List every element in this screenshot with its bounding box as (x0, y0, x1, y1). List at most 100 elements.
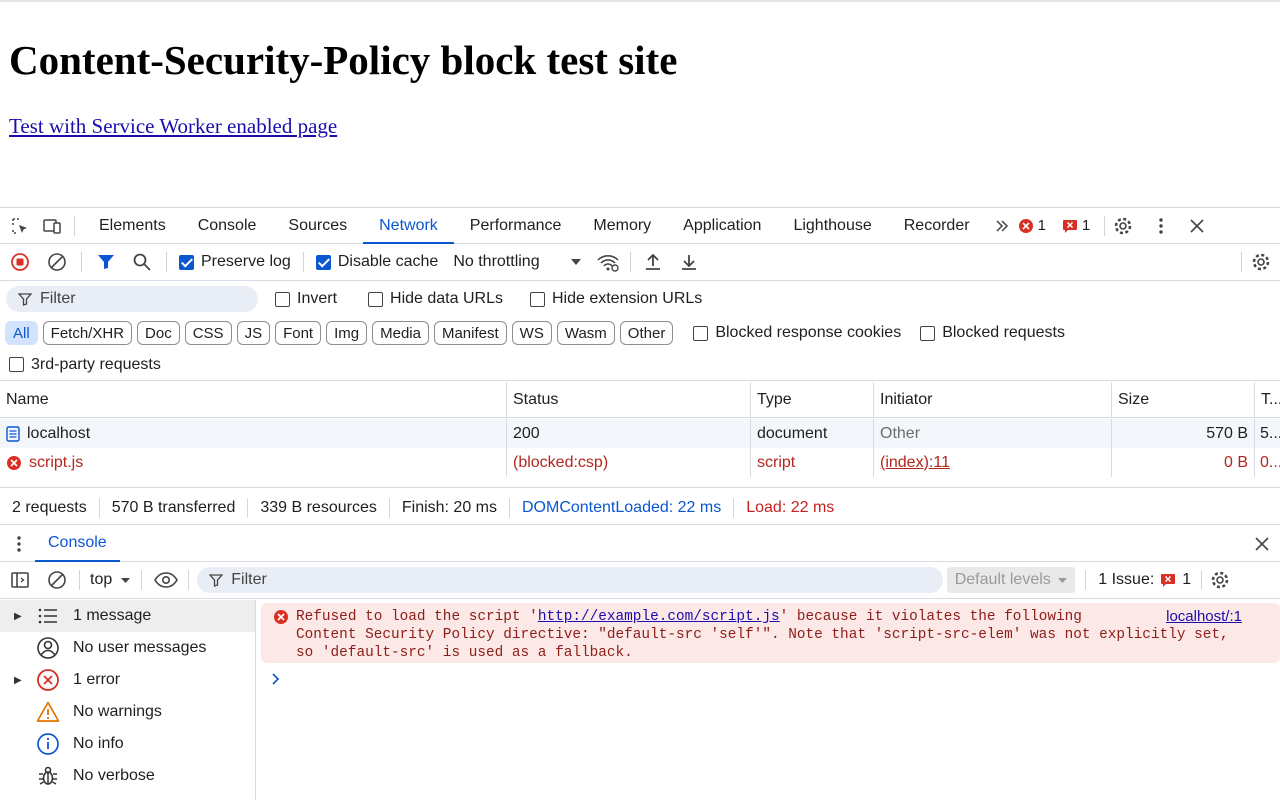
drawer-menu-icon[interactable] (7, 532, 31, 556)
summary-requests: 2 requests (0, 497, 100, 518)
sidebar-item-user-messages[interactable]: No user messages (0, 632, 255, 664)
request-status: (blocked:csp) (507, 448, 751, 477)
drawer-tab-console[interactable]: Console (35, 526, 120, 562)
preserve-log-checkbox[interactable]: Preserve log (179, 253, 291, 271)
prompt-chevron-icon (272, 673, 280, 685)
disable-cache-checkbox[interactable]: Disable cache (315, 253, 438, 271)
summary-load: Load: 22 ms (746, 498, 835, 516)
network-conditions-icon[interactable] (596, 250, 620, 274)
live-expression-eye-icon[interactable] (154, 568, 179, 592)
blocked-response-cookies-checkbox[interactable]: Blocked response cookies (693, 324, 901, 342)
type-filter-chip[interactable]: Font (275, 321, 322, 345)
sidebar-item-errors[interactable]: ▶ 1 error (0, 664, 255, 696)
close-drawer-icon[interactable] (1250, 532, 1274, 556)
request-size: 0 B (1112, 448, 1255, 477)
console-sidebar: ▶ 1 message No user messages ▶ 1 error N… (0, 600, 256, 800)
type-filter-chip[interactable]: CSS (184, 321, 232, 345)
throttling-select[interactable]: No throttling (453, 253, 581, 271)
issues-counter-button[interactable]: 1 Issue: 1 (1098, 571, 1191, 589)
type-filter-chip[interactable]: Fetch/XHR (42, 321, 133, 345)
sidebar-toggle-icon[interactable] (8, 568, 32, 592)
network-settings-gear-icon[interactable] (1249, 250, 1273, 274)
error-counter[interactable]: 1 (1018, 217, 1046, 234)
type-filter-chip[interactable]: Wasm (556, 321, 615, 345)
inspect-element-icon[interactable] (8, 214, 32, 238)
more-options-icon[interactable] (1149, 214, 1173, 238)
more-tabs-icon[interactable] (990, 214, 1014, 238)
console-filter-input[interactable]: Filter (197, 567, 944, 593)
network-filter-input[interactable]: Filter (6, 286, 258, 312)
column-name[interactable]: Name (0, 382, 507, 418)
error-icon (274, 610, 288, 624)
type-filter-chip[interactable]: Media (372, 321, 429, 345)
list-icon (36, 604, 60, 633)
column-type[interactable]: Type (751, 382, 874, 418)
summary-domcontentloaded: DOMContentLoaded: 22 ms (510, 497, 735, 518)
record-stop-icon[interactable] (8, 250, 32, 274)
network-request-table: Name Status Type Initiator Size T... loc… (0, 382, 1280, 488)
console-settings-gear-icon[interactable] (1208, 568, 1232, 592)
error-icon (36, 668, 60, 697)
type-filter-chip[interactable]: All (5, 321, 38, 345)
message-source-link[interactable]: localhost/:1 (1166, 608, 1242, 626)
type-filter-chip[interactable]: WS (511, 321, 552, 345)
tab-sources[interactable]: Sources (272, 208, 363, 244)
issue-icon (1062, 219, 1077, 233)
tab-memory[interactable]: Memory (577, 208, 667, 244)
sidebar-item-warnings[interactable]: No warnings (0, 696, 255, 728)
settings-gear-icon[interactable] (1111, 214, 1135, 238)
filter-icon (18, 293, 32, 306)
tab-console[interactable]: Console (182, 208, 273, 244)
export-har-icon[interactable] (677, 250, 701, 274)
sidebar-item-info[interactable]: No info (0, 728, 255, 760)
column-time[interactable]: T... (1255, 382, 1280, 418)
tab-elements[interactable]: Elements (83, 208, 182, 244)
device-toolbar-icon[interactable] (40, 214, 64, 238)
invert-checkbox[interactable]: Invert (275, 290, 337, 308)
service-worker-link[interactable]: Test with Service Worker enabled page (9, 114, 337, 139)
request-initiator: Other (874, 419, 1112, 448)
console-prompt[interactable] (271, 672, 281, 690)
search-icon[interactable] (130, 250, 154, 274)
network-summary-bar: 2 requests 570 B transferred 339 B resou… (0, 491, 1280, 525)
type-filter-chip[interactable]: JS (236, 321, 271, 345)
context-selector[interactable]: top (90, 571, 131, 589)
tab-recorder[interactable]: Recorder (888, 208, 986, 244)
import-har-icon[interactable] (641, 250, 665, 274)
column-status[interactable]: Status (507, 382, 751, 418)
tab-performance[interactable]: Performance (454, 208, 578, 244)
tab-lighthouse[interactable]: Lighthouse (777, 208, 887, 244)
page-viewport: Content-Security-Policy block test site … (0, 0, 1280, 207)
tab-application[interactable]: Application (667, 208, 777, 244)
type-filter-chip[interactable]: Manifest (433, 321, 507, 345)
sidebar-item-messages[interactable]: ▶ 1 message (0, 600, 255, 632)
table-row[interactable]: script.js (blocked:csp) script (index):1… (0, 448, 1280, 477)
blocked-script-link[interactable]: http://example.com/script.js (538, 609, 780, 625)
type-filter-chip[interactable]: Other (619, 321, 674, 345)
disable-cache-check-icon[interactable] (315, 254, 331, 270)
filter-funnel-icon[interactable] (94, 250, 118, 274)
column-size[interactable]: Size (1112, 382, 1255, 418)
console-error-message[interactable]: Refused to load the script 'http://examp… (261, 603, 1280, 663)
blocked-requests-checkbox[interactable]: Blocked requests (920, 324, 1065, 342)
third-party-requests-checkbox[interactable]: 3rd-party requests (9, 356, 161, 374)
close-devtools-icon[interactable] (1185, 214, 1209, 238)
hide-data-urls-checkbox[interactable]: Hide data URLs (368, 290, 503, 308)
issue-counter[interactable]: 1 (1062, 217, 1090, 234)
clear-console-icon[interactable] (45, 568, 69, 592)
table-row[interactable]: localhost 200 document Other 570 B 5... (0, 419, 1280, 448)
clear-icon[interactable] (45, 250, 69, 274)
tab-network[interactable]: Network (363, 208, 454, 244)
column-initiator[interactable]: Initiator (874, 382, 1112, 418)
network-filter-row: Filter Invert Hide data URLs Hide extens… (0, 281, 1280, 317)
type-filter-chip[interactable]: Img (326, 321, 368, 345)
request-type: document (751, 419, 874, 448)
preserve-log-check-icon[interactable] (179, 254, 194, 270)
type-filter-chip[interactable]: Doc (137, 321, 180, 345)
request-time: 5... (1260, 424, 1280, 442)
sidebar-item-verbose[interactable]: No verbose (0, 760, 255, 792)
log-levels-dropdown[interactable]: Default levels (947, 567, 1076, 593)
hide-extension-urls-checkbox[interactable]: Hide extension URLs (529, 290, 702, 308)
info-icon (36, 732, 60, 761)
request-initiator-link[interactable]: (index):11 (874, 448, 1112, 477)
